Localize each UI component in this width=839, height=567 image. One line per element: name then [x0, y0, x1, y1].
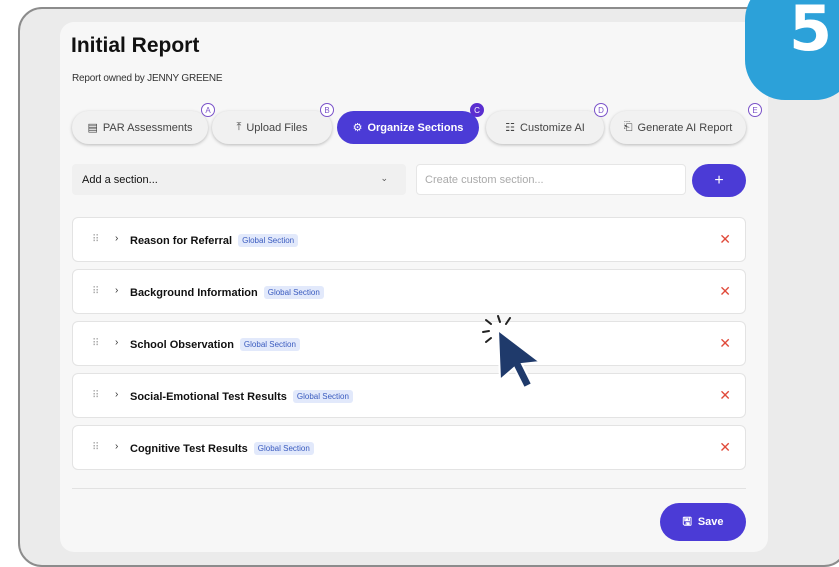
add-section-button[interactable]: + [692, 164, 746, 197]
sliders-icon: ☷ [505, 122, 516, 134]
step-marker-b: B [320, 103, 334, 117]
save-label: Save [697, 516, 724, 528]
drag-handle-icon[interactable]: ⠿ [92, 338, 99, 349]
tab-label: Generate AI Report [637, 121, 733, 134]
upload-icon: ⤒ [236, 121, 242, 133]
section-row[interactable]: ⠿ › School Observation Global Section ✕ [72, 321, 746, 366]
drag-handle-icon[interactable]: ⠿ [92, 286, 99, 297]
delete-icon[interactable]: ✕ [719, 335, 731, 352]
save-button[interactable]: 🖫 Save [660, 503, 746, 541]
global-section-badge: Global Section [292, 390, 353, 403]
add-section-select[interactable]: Add a section... ⌄ [72, 164, 406, 195]
global-section-badge: Global Section [239, 338, 300, 351]
tab-label: PAR Assessments [102, 121, 193, 134]
tab-par-assessments[interactable]: ▤ PAR Assessments [72, 111, 208, 144]
chevron-down-icon: ⌄ [380, 173, 388, 183]
section-row[interactable]: ⠿ › Cognitive Test Results Global Section… [72, 425, 746, 470]
owner-text: Report owned by JENNY GREENE [72, 73, 223, 84]
step-marker-d: D [594, 103, 608, 117]
section-row[interactable]: ⠿ › Background Information Global Section… [72, 269, 746, 314]
step-number-badge: 5 [745, 0, 839, 100]
chevron-right-icon[interactable]: › [115, 337, 118, 348]
section-label: Cognitive Test Results [130, 443, 248, 455]
global-section-badge: Global Section [253, 442, 314, 455]
section-row[interactable]: ⠿ › Social-Emotional Test Results Global … [72, 373, 746, 418]
step-marker-e: E [748, 103, 762, 117]
section-label: Background Information [130, 287, 258, 299]
delete-icon[interactable]: ✕ [719, 439, 731, 456]
chevron-right-icon[interactable]: › [115, 389, 118, 400]
global-section-badge: Global Section [238, 234, 299, 247]
chevron-right-icon[interactable]: › [115, 285, 118, 296]
tab-label: Customize AI [520, 121, 585, 134]
step-marker-a: A [201, 103, 215, 117]
clipboard-icon: ▤ [87, 122, 98, 134]
section-label: Social-Emotional Test Results [130, 391, 287, 403]
save-icon: 🖫 [682, 515, 692, 528]
click-cursor-icon [482, 315, 543, 390]
gear-icon: ⚙ [352, 122, 363, 134]
tab-label: Upload Files [246, 121, 308, 134]
page-title: Initial Report [71, 34, 200, 57]
drag-handle-icon[interactable]: ⠿ [92, 390, 99, 401]
step-marker-c: C [470, 103, 484, 117]
tab-upload-files[interactable]: ⤒ Upload Files [212, 111, 332, 144]
custom-section-input[interactable] [416, 164, 686, 195]
select-value: Add a section... [82, 174, 158, 186]
drag-handle-icon[interactable]: ⠿ [92, 234, 99, 245]
delete-icon[interactable]: ✕ [719, 283, 731, 300]
delete-icon[interactable]: ✕ [719, 387, 731, 404]
global-section-badge: Global Section [263, 286, 324, 299]
tab-label: Organize Sections [367, 121, 464, 134]
section-label: School Observation [130, 339, 234, 351]
tab-customize-ai[interactable]: ☷ Customize AI [486, 111, 604, 144]
document-icon: ⎗ [623, 121, 633, 133]
chevron-right-icon[interactable]: › [115, 441, 118, 452]
drag-handle-icon[interactable]: ⠿ [92, 442, 99, 453]
section-label: Reason for Referral [130, 235, 233, 247]
divider [72, 488, 746, 489]
section-row[interactable]: ⠿ › Reason for Referral Global Section ✕ [72, 217, 746, 262]
delete-icon[interactable]: ✕ [719, 231, 731, 248]
chevron-right-icon[interactable]: › [115, 233, 118, 244]
tab-organize-sections[interactable]: ⚙ Organize Sections [337, 111, 479, 144]
tab-generate-ai-report[interactable]: ⎗ Generate AI Report [610, 111, 746, 144]
